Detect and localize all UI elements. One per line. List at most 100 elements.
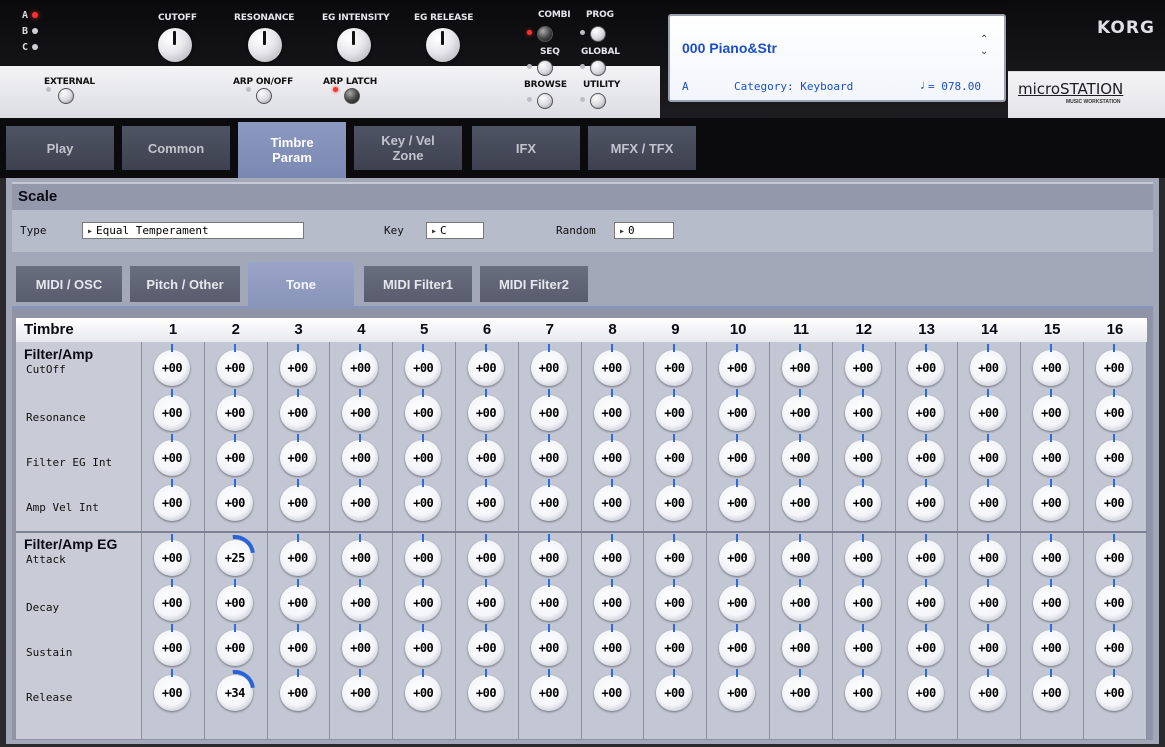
value-knob[interactable]: +00 [1033,579,1070,621]
value-knob[interactable]: +00 [279,389,316,431]
chevron-up-icon[interactable]: ⌃ [980,34,988,45]
value-knob[interactable]: +00 [1033,534,1070,576]
value-knob[interactable]: +00 [154,344,190,386]
value-knob[interactable]: +34 [206,661,263,719]
value-knob[interactable]: +00 [907,434,944,476]
tab-tone[interactable]: Tone [248,262,354,306]
type-field[interactable]: Equal Temperament [82,222,304,239]
value-knob[interactable]: +00 [530,344,567,386]
value-knob[interactable]: +00 [154,624,190,666]
value-knob[interactable]: +00 [1033,669,1070,711]
value-knob[interactable]: +00 [216,389,253,431]
value-knob[interactable]: +00 [405,534,442,576]
program-spinner[interactable]: ⌃ ⌄ [980,34,988,58]
browse-button[interactable] [537,93,553,109]
value-knob[interactable]: +00 [154,479,190,521]
value-knob[interactable]: +00 [970,534,1007,576]
tab-midi-filter1[interactable]: MIDI Filter1 [364,266,472,302]
value-knob[interactable]: +00 [970,579,1007,621]
value-knob[interactable]: +00 [656,344,693,386]
value-knob[interactable]: +00 [342,434,379,476]
value-knob[interactable]: +00 [907,479,944,521]
value-knob[interactable]: +00 [844,389,881,431]
value-knob[interactable]: +00 [907,389,944,431]
value-knob[interactable]: +00 [1033,434,1070,476]
value-knob[interactable]: +00 [782,534,818,576]
value-knob[interactable]: +00 [468,534,504,576]
value-knob[interactable]: +00 [279,669,316,711]
value-knob[interactable]: +00 [970,479,1007,521]
value-knob[interactable]: +00 [656,534,693,576]
value-knob[interactable]: +00 [1096,624,1132,666]
value-knob[interactable]: +00 [468,624,504,666]
value-knob[interactable]: +00 [719,434,756,476]
tab-play[interactable]: Play [6,126,114,170]
value-knob[interactable]: +00 [593,579,630,621]
resonance-knob[interactable] [248,28,282,62]
value-knob[interactable]: +00 [1096,579,1132,621]
value-knob[interactable]: +00 [279,434,316,476]
value-knob[interactable]: +00 [719,534,756,576]
value-knob[interactable]: +00 [593,624,630,666]
value-knob[interactable]: +00 [342,624,379,666]
value-knob[interactable]: +00 [593,389,630,431]
value-knob[interactable]: +00 [1096,479,1132,521]
value-knob[interactable]: +00 [1096,344,1132,386]
value-knob[interactable]: +00 [405,624,442,666]
category-label[interactable]: Category: Keyboard [734,80,853,93]
value-knob[interactable]: +00 [342,669,379,711]
value-knob[interactable]: +00 [1033,344,1070,386]
program-name[interactable]: 000 Piano&Str [682,40,777,56]
value-knob[interactable]: +00 [342,579,379,621]
value-knob[interactable]: +00 [342,534,379,576]
value-knob[interactable]: +00 [782,389,818,431]
value-knob[interactable]: +00 [656,579,693,621]
value-knob[interactable]: +00 [656,669,693,711]
value-knob[interactable]: +25 [206,526,263,584]
arp-onoff-button[interactable] [256,88,272,104]
value-knob[interactable]: +00 [405,579,442,621]
value-knob[interactable]: +00 [970,389,1007,431]
arp-latch-button[interactable] [344,88,360,104]
utility-button[interactable] [590,93,606,109]
value-knob[interactable]: +00 [154,579,190,621]
value-knob[interactable]: +00 [1096,534,1132,576]
value-knob[interactable]: +00 [279,344,316,386]
value-knob[interactable]: +00 [1096,669,1132,711]
global-button[interactable] [590,60,606,76]
cutoff-knob[interactable] [158,28,192,62]
value-knob[interactable]: +00 [530,579,567,621]
value-knob[interactable]: +00 [154,389,190,431]
value-knob[interactable]: +00 [468,434,504,476]
tempo-value[interactable]: = 078.00 [928,80,981,93]
value-knob[interactable]: +00 [279,579,316,621]
value-knob[interactable]: +00 [279,534,316,576]
value-knob[interactable]: +00 [468,579,504,621]
value-knob[interactable]: +00 [154,669,190,711]
value-knob[interactable]: +00 [782,479,818,521]
value-knob[interactable]: +00 [216,344,253,386]
value-knob[interactable]: +00 [1096,434,1132,476]
value-knob[interactable]: +00 [719,389,756,431]
value-knob[interactable]: +00 [405,669,442,711]
value-knob[interactable]: +00 [216,479,253,521]
value-knob[interactable]: +00 [656,389,693,431]
value-knob[interactable]: +00 [405,389,442,431]
value-knob[interactable]: +00 [719,479,756,521]
tab-timbre-param[interactable]: Timbre Param [238,122,346,178]
value-knob[interactable]: +00 [405,434,442,476]
value-knob[interactable]: +00 [530,389,567,431]
value-knob[interactable]: +00 [216,579,253,621]
value-knob[interactable]: +00 [782,624,818,666]
value-knob[interactable]: +00 [782,434,818,476]
value-knob[interactable]: +00 [907,344,944,386]
value-knob[interactable]: +00 [844,344,881,386]
value-knob[interactable]: +00 [468,669,504,711]
value-knob[interactable]: +00 [656,434,693,476]
value-knob[interactable]: +00 [593,669,630,711]
tab-ifx[interactable]: IFX [472,126,580,170]
value-knob[interactable]: +00 [1033,479,1070,521]
value-knob[interactable]: +00 [656,624,693,666]
value-knob[interactable]: +00 [1033,389,1070,431]
value-knob[interactable]: +00 [468,479,504,521]
